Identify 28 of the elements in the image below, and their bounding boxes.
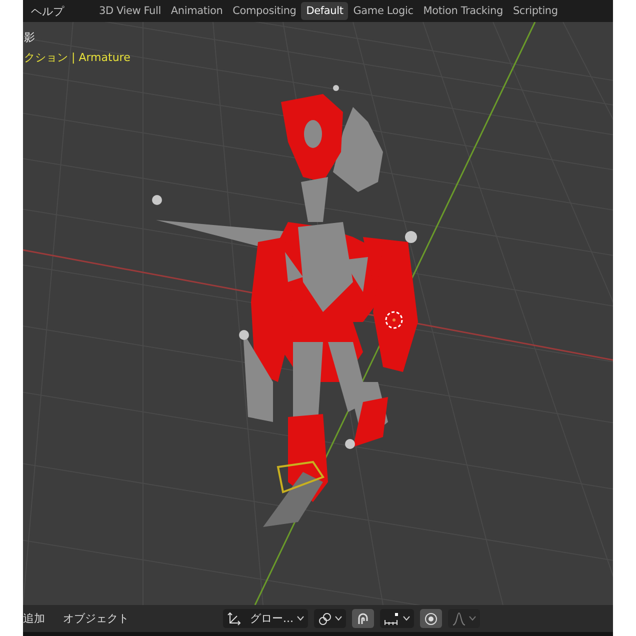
3d-cursor-icon (385, 311, 403, 329)
orientation-dropdown[interactable]: グロー... (223, 609, 308, 628)
view-name: 影 (24, 30, 36, 45)
caret-icon (296, 616, 304, 621)
falloff-curve-icon (452, 612, 466, 626)
caret-icon (468, 616, 476, 621)
axes-icon (227, 612, 241, 626)
workspace-tab[interactable]: Animation (166, 2, 228, 20)
workspace-tab[interactable]: Scripting (508, 2, 563, 20)
header-menu[interactable]: オブジェクト (63, 611, 129, 626)
header-menu[interactable]: 追加 (23, 611, 45, 626)
caret-icon (402, 616, 410, 621)
workspace-tab[interactable]: Compositing (228, 2, 302, 20)
snap-target-dropdown[interactable] (380, 609, 414, 628)
snap-toggle[interactable] (352, 609, 374, 628)
workspace-tab[interactable]: Default (301, 2, 348, 20)
magnet-icon (356, 612, 370, 626)
grid-snap-icon (384, 612, 400, 626)
caret-icon (334, 616, 342, 621)
link-icon (318, 612, 332, 626)
menu-item[interactable]: ヘルプ (31, 4, 64, 18)
workspace-tab[interactable]: Game Logic (348, 2, 418, 20)
proportional-edit-toggle[interactable] (420, 609, 442, 628)
proportional-edit-icon (424, 612, 438, 626)
workspace-tab[interactable]: 3D View Full (94, 2, 166, 20)
workspace-tab[interactable]: Motion Tracking (418, 2, 508, 20)
collection-label: クション | Armature (24, 50, 130, 65)
pivot-dropdown[interactable] (314, 609, 346, 628)
